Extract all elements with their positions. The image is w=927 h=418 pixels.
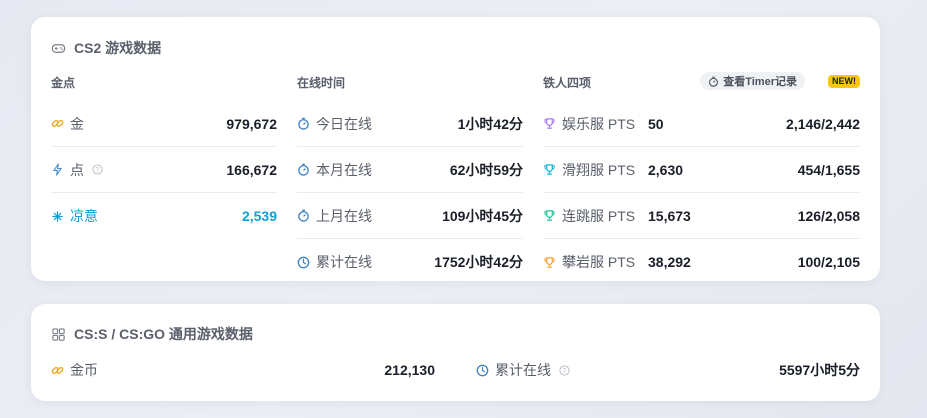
stopwatch-icon: [709, 76, 719, 87]
view-timer-records-label: 查看Timer记录: [723, 76, 797, 88]
cs2-title-text: CS2 游戏数据: [74, 40, 162, 56]
gold-points-heading: 金点: [51, 75, 76, 90]
trophy-icon: [544, 210, 555, 221]
view-timer-records-button[interactable]: 查看Timer记录: [700, 72, 805, 90]
iron-bhop-label: 连跳服 PTS: [562, 207, 636, 224]
snowflake-icon: [52, 210, 63, 222]
iron-row-entertainment: 娱乐服 PTS 50 2,146/2,442: [543, 101, 860, 147]
stopwatch-icon: [298, 163, 309, 176]
iron-surf-pts: 2,630: [648, 161, 684, 178]
online-time-section: 在线时间 今日在线 1小时42分 本月在线 62小时59分 上月在线 109小时…: [297, 73, 523, 270]
stopwatch-icon: [298, 209, 309, 222]
iron-entertainment-pts: 50: [648, 115, 664, 132]
points-value: 166,672: [226, 161, 277, 178]
online-month-label: 本月在线: [316, 161, 372, 178]
online-last-month-value: 109小时45分: [442, 207, 523, 224]
clock-icon: [297, 256, 310, 268]
link-chain-icon: [51, 119, 64, 128]
lightning-icon: [53, 163, 62, 176]
coins-label: 金币: [70, 362, 98, 378]
coolness-row: 凉意 2,539: [51, 193, 277, 239]
points-row: 点 ? 166,672: [51, 147, 277, 193]
gold-value: 979,672: [226, 115, 277, 132]
gold-row: 金 979,672: [51, 101, 277, 147]
svg-text:?: ?: [563, 366, 567, 374]
trophy-icon: [544, 118, 555, 129]
link-chain-icon: [51, 366, 64, 374]
coins-value: 212,130: [384, 362, 435, 378]
css-csgo-stats-card: CS:S / CS:GO 通用游戏数据 金币 212,130 累计在线 ? 55…: [31, 304, 880, 401]
gold-label: 金: [70, 115, 84, 132]
online-today-label: 今日在线: [316, 115, 372, 132]
trophy-icon: [544, 164, 555, 175]
iron-entertainment-rank: 2,146/2,442: [786, 115, 860, 132]
iron-surf-rank: 454/1,655: [797, 161, 860, 178]
online-time-heading: 在线时间: [297, 75, 346, 90]
stopwatch-icon: [298, 117, 309, 130]
help-icon[interactable]: ?: [559, 364, 570, 376]
iron-climb-label: 攀岩服 PTS: [562, 254, 636, 270]
online-today-row: 今日在线 1小时42分: [297, 101, 523, 147]
iron-entertainment-label: 娱乐服 PTS: [562, 115, 636, 132]
grid-icon: [52, 327, 65, 341]
iron-bhop-rank: 126/2,058: [797, 207, 860, 224]
coins-row: 金币 212,130: [51, 358, 435, 382]
points-label: 点: [70, 161, 84, 178]
online-month-value: 62小时59分: [449, 161, 523, 178]
help-icon[interactable]: ?: [92, 164, 103, 175]
css-csgo-title-text: CS:S / CS:GO 通用游戏数据: [74, 326, 253, 342]
trophy-icon: [544, 256, 555, 268]
total-online-label: 累计在线: [495, 362, 551, 378]
online-today-value: 1小时42分: [457, 115, 523, 132]
online-total-row: 累计在线 1752小时42分: [297, 239, 523, 285]
coolness-label: 凉意: [70, 208, 98, 224]
iron-four-section: 铁人四项 查看Timer记录 NEW! 娱乐服 PTS 50 2,146/2,4…: [543, 72, 860, 270]
online-last-month-row: 上月在线 109小时45分: [297, 193, 523, 239]
online-total-label: 累计在线: [316, 254, 372, 270]
cs2-card-title: CS2 游戏数据: [51, 38, 161, 58]
iron-row-climb: 攀岩服 PTS 38,292 100/2,105: [543, 239, 860, 285]
total-online-value: 5597小时5分: [779, 362, 860, 378]
css-csgo-card-title: CS:S / CS:GO 通用游戏数据: [51, 324, 253, 344]
gold-points-section: 金点 金 979,672 点 ? 166,672 凉意 2,539: [51, 73, 277, 224]
iron-climb-pts: 38,292: [648, 254, 691, 270]
iron-climb-rank: 100/2,105: [797, 254, 860, 270]
online-month-row: 本月在线 62小时59分: [297, 147, 523, 193]
iron-bhop-pts: 15,673: [648, 207, 691, 224]
clock-icon: [476, 364, 489, 376]
coolness-value: 2,539: [241, 208, 277, 224]
iron-surf-label: 滑翔服 PTS: [562, 161, 636, 178]
online-total-value: 1752小时42分: [434, 254, 523, 270]
svg-text:?: ?: [96, 166, 100, 174]
new-badge: NEW!: [828, 75, 860, 88]
total-online-row: 累计在线 ? 5597小时5分: [476, 358, 860, 382]
online-last-month-label: 上月在线: [316, 207, 372, 224]
gamepad-icon: [51, 43, 66, 53]
iron-row-surf: 滑翔服 PTS 2,630 454/1,655: [543, 147, 860, 193]
iron-row-bhop: 连跳服 PTS 15,673 126/2,058: [543, 193, 860, 239]
cs2-stats-card: CS2 游戏数据 金点 金 979,672 点 ? 166,672 凉意 2,5…: [31, 17, 880, 281]
